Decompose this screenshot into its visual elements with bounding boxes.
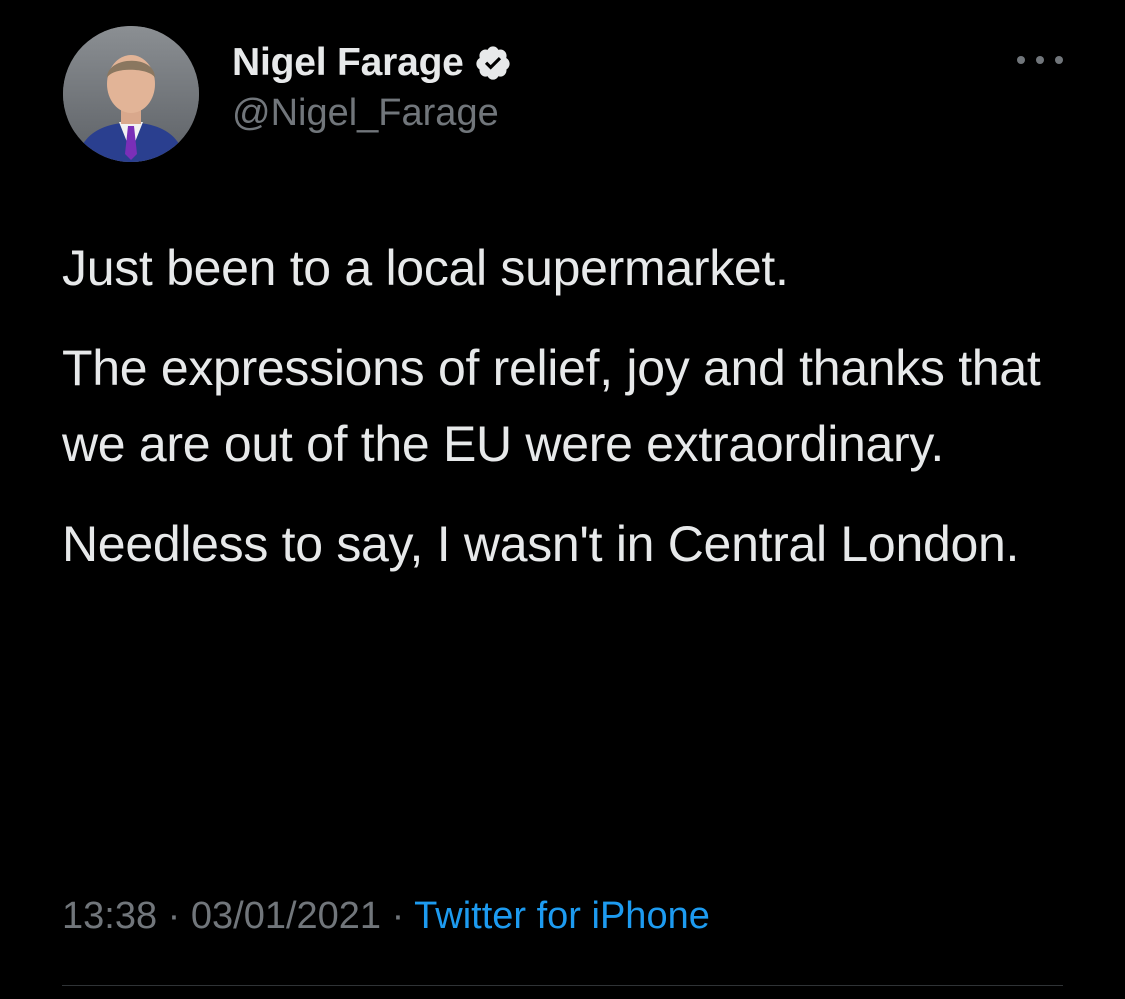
more-dot <box>1055 56 1063 64</box>
tweet-paragraph: Just been to a local supermarket. <box>62 240 789 296</box>
verified-badge-icon <box>474 44 512 82</box>
tweet-metadata: 13:38 · 03/01/2021 · Twitter for iPhone <box>62 895 710 938</box>
tweet-paragraph: The expressions of relief, joy and thank… <box>62 340 1041 472</box>
display-name[interactable]: Nigel Farage <box>232 41 464 85</box>
name-row: Nigel Farage <box>232 38 512 88</box>
tweet-source-link[interactable]: Twitter for iPhone <box>414 895 710 937</box>
tweet-date[interactable]: 03/01/2021 <box>191 895 381 937</box>
meta-separator: · <box>167 895 191 937</box>
tweet-card: Nigel Farage @Nigel_Farage Just been to … <box>0 0 1125 999</box>
meta-separator: · <box>391 895 415 937</box>
tweet-text: Just been to a local supermarket. The ex… <box>62 230 1062 606</box>
tweet-paragraph: Needless to say, I wasn't in Central Lon… <box>62 516 1020 572</box>
tweet-time[interactable]: 13:38 <box>62 895 157 937</box>
divider <box>62 985 1063 986</box>
author-block: Nigel Farage @Nigel_Farage <box>232 38 512 135</box>
more-dot <box>1017 56 1025 64</box>
avatar-image <box>63 26 199 162</box>
avatar[interactable] <box>63 26 199 162</box>
more-options-icon[interactable] <box>1017 48 1063 72</box>
user-handle[interactable]: @Nigel_Farage <box>232 92 512 135</box>
more-dot <box>1036 56 1044 64</box>
